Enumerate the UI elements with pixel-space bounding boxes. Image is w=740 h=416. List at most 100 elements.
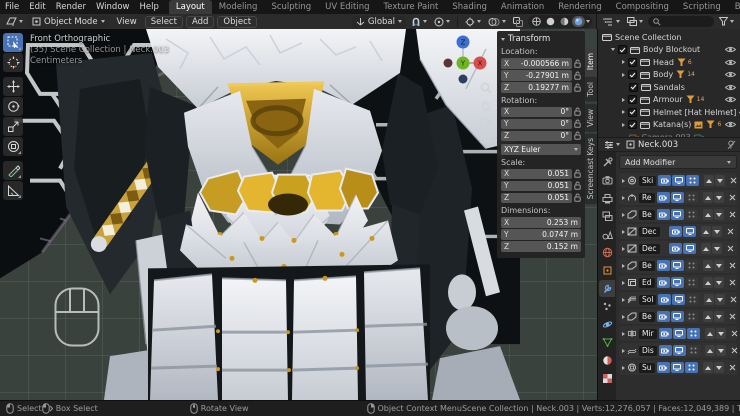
viewport-menu-add[interactable]: Add [186, 16, 214, 28]
delete-modifier-button[interactable] [729, 313, 736, 320]
realtime-toggle[interactable] [683, 226, 696, 237]
add-modifier-dropdown[interactable]: Add Modifier [619, 155, 737, 169]
realtime-toggle[interactable] [671, 311, 684, 322]
editmode-toggle[interactable] [685, 209, 698, 220]
workspace-tab-sculpting[interactable]: Sculpting [264, 0, 318, 14]
shading-material-button[interactable] [558, 16, 571, 27]
transform-panel-header[interactable]: Transform [501, 34, 581, 44]
tab-world[interactable] [599, 244, 615, 261]
expand-icon[interactable] [622, 60, 625, 64]
editmode-toggle[interactable] [685, 362, 698, 373]
scale-z-field[interactable]: Z0.051 [501, 193, 572, 204]
collection-checkbox[interactable] [629, 83, 638, 92]
modifier-row[interactable]: Sol [619, 292, 737, 307]
lock-icon[interactable] [574, 107, 581, 116]
outliner-row-sandals[interactable]: Sandals [602, 81, 738, 94]
collection-checkbox[interactable] [628, 95, 637, 104]
expand-icon[interactable] [622, 332, 625, 336]
rotation-y-field[interactable]: Y0° [501, 119, 572, 130]
mode-dropdown[interactable]: Object Mode [28, 16, 109, 28]
expand-icon[interactable] [622, 281, 625, 285]
modifier-row[interactable]: Dec [619, 241, 737, 256]
render-toggle[interactable] [657, 260, 670, 271]
move-down-button[interactable] [716, 328, 726, 339]
move-up-button[interactable] [703, 277, 713, 288]
rotation-mode-dropdown[interactable]: XYZ Euler [501, 144, 581, 155]
tab-texture[interactable] [599, 370, 615, 387]
menu-render[interactable]: Render [51, 0, 91, 14]
sidebar-tab-view[interactable]: View [585, 104, 597, 132]
render-toggle[interactable] [659, 328, 672, 339]
modifier-row[interactable]: Re [619, 190, 737, 205]
dimensions-z-field[interactable]: Z0.152 m [501, 241, 581, 252]
dimensions-y-field[interactable]: Y0.0747 m [501, 229, 581, 240]
hide-in-viewport-toggle[interactable] [725, 96, 738, 103]
camera-view-icon[interactable] [479, 116, 492, 127]
move-down-button[interactable] [714, 209, 724, 220]
shading-wireframe-button[interactable] [530, 16, 543, 27]
modifier-name[interactable]: Sol [639, 295, 656, 305]
modifier-name[interactable]: Be [639, 210, 655, 220]
move-up-button[interactable] [705, 328, 715, 339]
render-toggle[interactable] [657, 311, 670, 322]
workspace-tab-rendering[interactable]: Rendering [551, 0, 608, 14]
menu-edit[interactable]: Edit [24, 0, 50, 14]
tab-view-layer[interactable] [599, 208, 615, 225]
viewport-menu-view[interactable]: View [112, 16, 142, 28]
editmode-toggle[interactable] [685, 192, 698, 203]
proportional-editing-toggle[interactable] [432, 16, 452, 28]
pan-view-icon[interactable] [480, 99, 492, 111]
hide-in-viewport-toggle[interactable] [725, 121, 738, 128]
delete-modifier-button[interactable] [731, 330, 738, 337]
tab-physics[interactable] [599, 316, 615, 333]
delete-modifier-button[interactable] [729, 279, 736, 286]
modifier-row[interactable]: Dis [619, 343, 737, 358]
move-up-button[interactable] [703, 362, 713, 373]
move-up-button[interactable] [703, 260, 713, 271]
axis-minus-x-handle[interactable] [444, 59, 453, 68]
outliner-row-head[interactable]: Head 6 [602, 56, 738, 69]
sidebar-tab-screencast-keys[interactable]: Screencast Keys [585, 133, 597, 204]
outliner-row-katanas[interactable]: Katana(s) 6 [602, 119, 738, 132]
delete-modifier-button[interactable] [730, 296, 737, 303]
modifier-row[interactable]: Be [619, 207, 737, 222]
tool-select-box[interactable] [3, 33, 23, 52]
editmode-toggle[interactable] [685, 277, 698, 288]
render-toggle[interactable] [657, 277, 670, 288]
realtime-toggle[interactable] [671, 260, 684, 271]
expand-icon[interactable] [622, 196, 625, 200]
tool-annotate[interactable] [3, 161, 23, 180]
move-down-button[interactable] [712, 226, 722, 237]
menu-help[interactable]: Help [134, 0, 163, 14]
render-toggle[interactable] [669, 226, 682, 237]
shading-solid-button[interactable] [544, 16, 557, 27]
expand-icon[interactable] [622, 315, 625, 319]
expand-icon[interactable] [611, 48, 615, 51]
collection-checkbox[interactable] [618, 45, 627, 54]
editor-type-button[interactable] [4, 16, 25, 28]
delete-modifier-button[interactable] [729, 194, 736, 201]
tab-scene[interactable] [599, 226, 615, 243]
modifier-name[interactable]: Dis [639, 346, 657, 356]
lock-icon[interactable] [574, 83, 581, 92]
scale-x-field[interactable]: X0.051 [501, 169, 572, 180]
realtime-toggle[interactable] [683, 243, 696, 254]
expand-icon[interactable] [622, 349, 625, 353]
tab-output[interactable] [599, 190, 615, 207]
tab-tool[interactable] [599, 154, 615, 171]
collection-checkbox[interactable] [628, 120, 637, 129]
modifier-name[interactable]: Be [639, 312, 655, 322]
move-down-button[interactable] [714, 260, 724, 271]
expand-icon[interactable] [622, 123, 625, 127]
workspace-tab-brush[interactable]: Brush_fo [728, 0, 740, 14]
viewport-menu-select[interactable]: Select [145, 16, 183, 28]
render-toggle[interactable] [657, 192, 670, 203]
delete-modifier-button[interactable] [729, 364, 736, 371]
move-up-button[interactable] [701, 226, 711, 237]
move-up-button[interactable] [703, 209, 713, 220]
modifier-name[interactable]: Re [639, 193, 655, 203]
render-toggle[interactable] [669, 243, 682, 254]
workspace-tab-uv-editing[interactable]: UV Editing [318, 0, 376, 14]
move-up-button[interactable] [704, 175, 714, 186]
tool-cursor[interactable] [3, 53, 23, 72]
